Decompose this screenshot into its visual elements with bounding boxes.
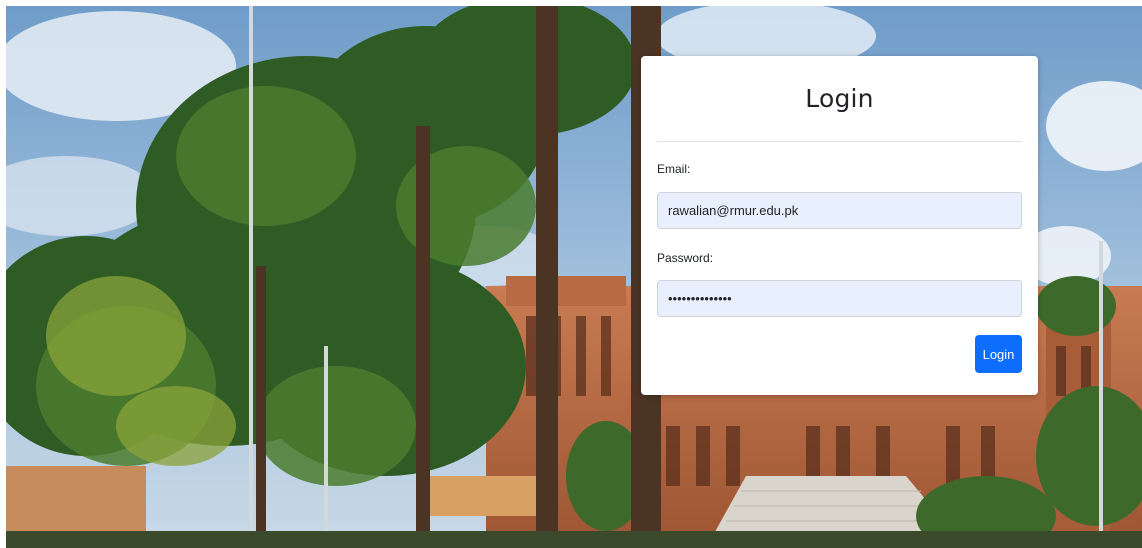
title-divider (657, 141, 1022, 142)
login-card: Login Email: Password: Login (641, 56, 1038, 395)
email-label: Email: (657, 162, 691, 176)
login-button[interactable]: Login (975, 335, 1022, 373)
login-title: Login (805, 84, 874, 113)
password-field[interactable] (657, 280, 1022, 317)
email-field[interactable] (657, 192, 1022, 229)
password-label: Password: (657, 251, 714, 265)
